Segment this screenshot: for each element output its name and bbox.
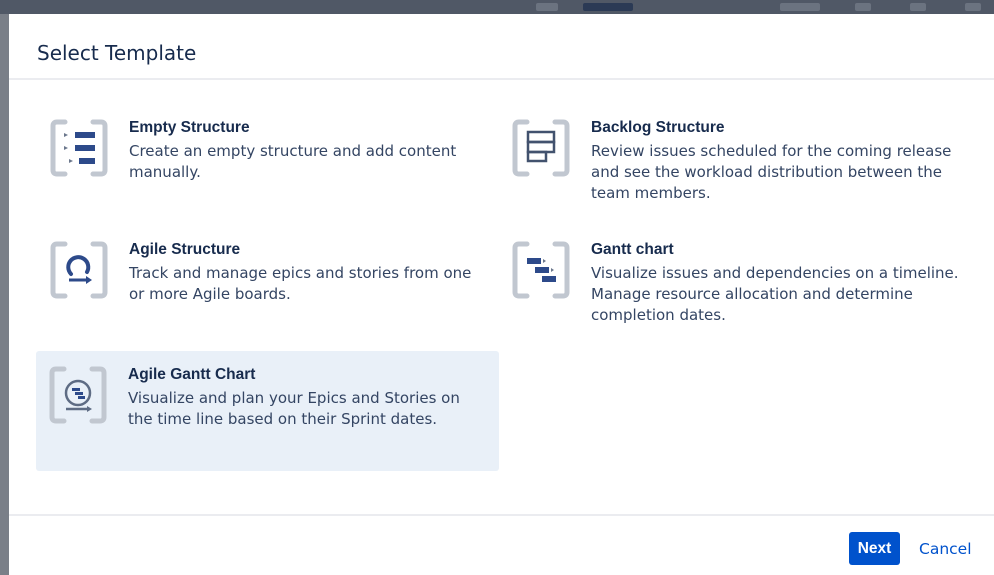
template-name: Agile Gantt Chart	[128, 366, 256, 383]
template-agile-structure[interactable]: Agile Structure Track and manage epics a…	[37, 240, 499, 360]
dialog-header: Select Template	[9, 14, 994, 80]
template-description: Visualize and plan your Epics and Storie…	[128, 389, 460, 428]
template-description: Create an empty structure and add conten…	[129, 142, 457, 181]
background-fragment	[910, 3, 926, 11]
dialog-footer: Next Cancel	[9, 514, 994, 575]
select-template-dialog: Select Template Empty Structure Create a…	[9, 14, 994, 575]
template-name: Backlog Structure	[591, 119, 725, 136]
template-description: Visualize issues and dependencies on a t…	[591, 264, 959, 324]
background-fragment	[855, 3, 871, 11]
template-name: Agile Structure	[129, 241, 241, 258]
template-agile-gantt-chart[interactable]: Agile Gantt Chart Visualize and plan you…	[36, 351, 499, 471]
background-fragment	[583, 3, 633, 11]
next-button[interactable]: Next	[849, 532, 900, 565]
template-backlog-structure[interactable]: Backlog Structure Review issues schedule…	[499, 118, 979, 238]
empty-structure-icon	[49, 118, 109, 178]
template-description: Review issues scheduled for the coming r…	[591, 142, 952, 202]
template-name: Gantt chart	[591, 241, 674, 258]
background-fragment	[965, 3, 981, 11]
background-fragment	[780, 3, 820, 11]
template-name: Empty Structure	[129, 119, 250, 136]
agile-structure-icon	[49, 240, 109, 300]
template-gantt-chart[interactable]: Gantt chart Visualize issues and depende…	[499, 240, 979, 360]
cancel-button[interactable]: Cancel	[919, 532, 979, 565]
gantt-chart-icon	[511, 240, 571, 300]
template-empty-structure[interactable]: Empty Structure Create an empty structur…	[37, 118, 499, 238]
agile-gantt-chart-icon	[48, 365, 108, 425]
background-fragment	[536, 3, 558, 11]
background-page	[0, 0, 994, 14]
template-description: Track and manage epics and stories from …	[129, 264, 472, 303]
dialog-title: Select Template	[37, 41, 197, 65]
backlog-structure-icon	[511, 118, 571, 178]
